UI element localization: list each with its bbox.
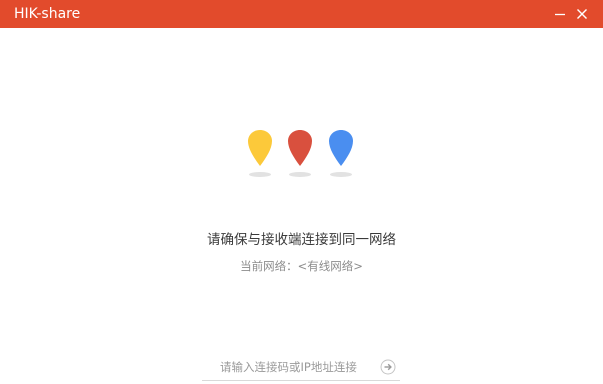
red-pin-icon bbox=[288, 130, 312, 166]
connection-illustration bbox=[0, 125, 603, 185]
blue-pin-icon bbox=[329, 130, 353, 166]
yellow-pin-shadow bbox=[249, 172, 271, 177]
connect-code-input[interactable] bbox=[220, 358, 370, 376]
yellow-pin-icon bbox=[248, 130, 272, 166]
current-network: 当前网络：<有线网络> bbox=[0, 258, 603, 274]
arrow-right-circle-icon bbox=[380, 359, 396, 379]
close-button[interactable] bbox=[568, 0, 596, 28]
title-bar: HIK-share bbox=[0, 0, 603, 28]
connect-submit-button[interactable] bbox=[380, 359, 396, 375]
network-instruction: 请确保与接收端连接到同一网络 bbox=[207, 232, 396, 248]
current-network-label: 当前网络： bbox=[240, 259, 298, 273]
red-pin-shadow bbox=[289, 172, 311, 177]
red-pin-shape bbox=[288, 130, 312, 166]
close-icon bbox=[576, 5, 588, 24]
blue-pin-shape bbox=[329, 130, 353, 166]
connect-code-field bbox=[202, 354, 400, 381]
minimize-icon bbox=[554, 5, 566, 24]
app-title: HIK-share bbox=[14, 6, 81, 22]
current-network-value: <有线网络> bbox=[297, 259, 363, 273]
yellow-pin-shape bbox=[248, 130, 272, 166]
blue-pin-shadow bbox=[330, 172, 352, 177]
